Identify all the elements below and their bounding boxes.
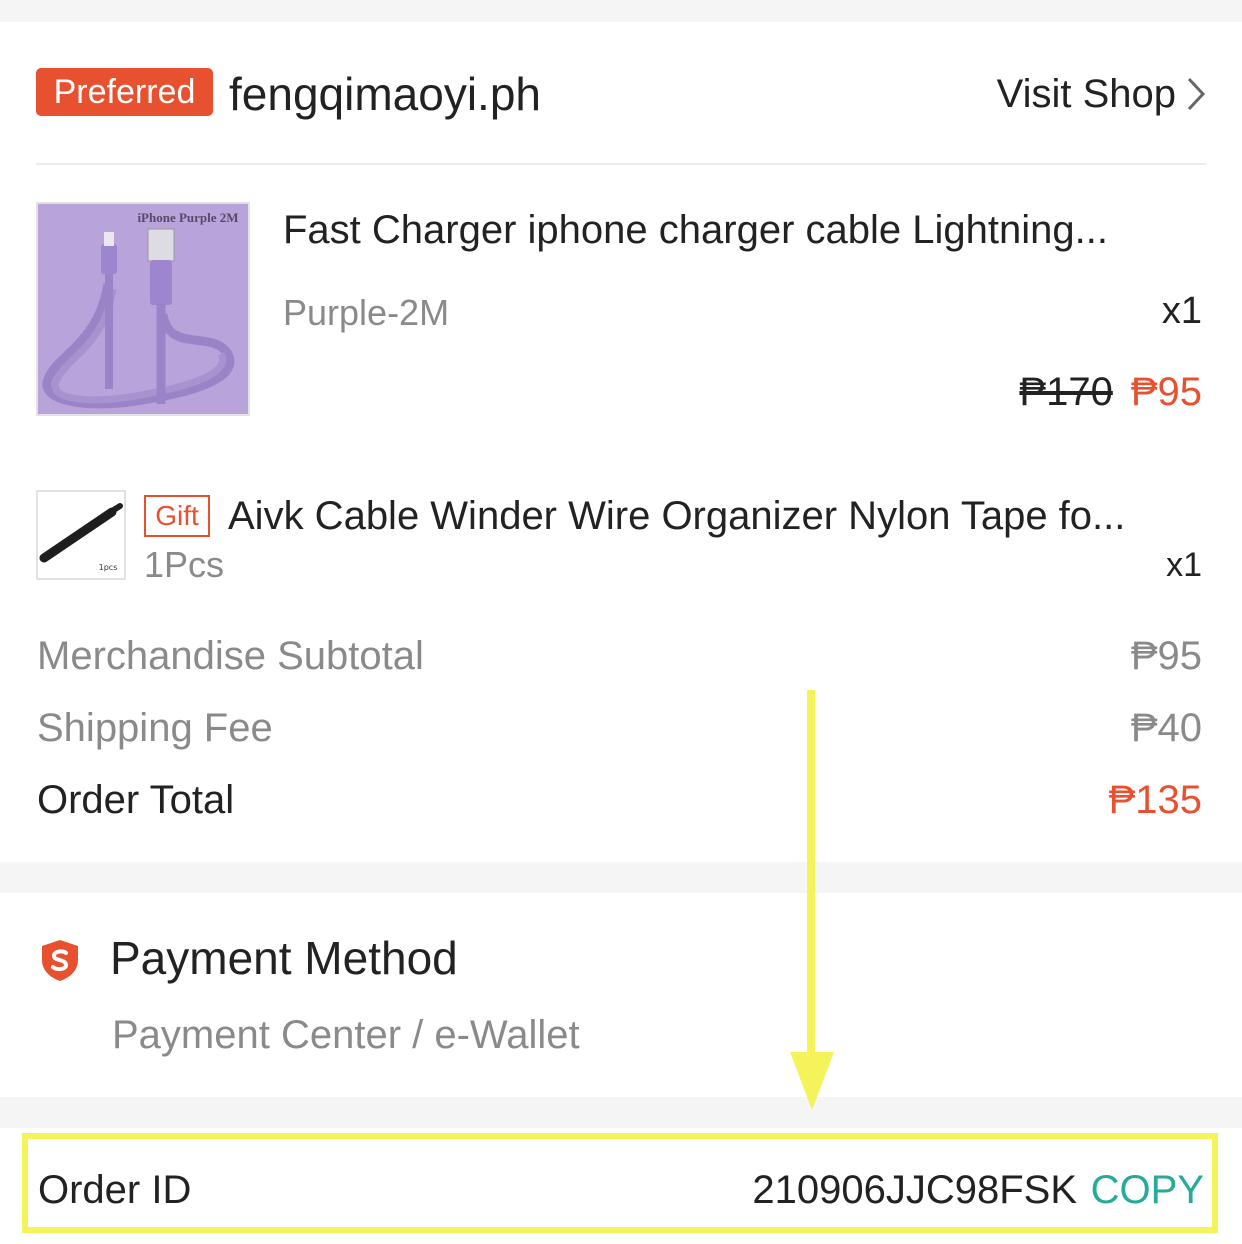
- subtotal-label: Merchandise Subtotal: [37, 634, 424, 678]
- gift-quantity: x1: [1166, 546, 1202, 584]
- cable-image: iPhone Purple 2M: [38, 204, 248, 414]
- product-variant: Purple-2M: [283, 292, 450, 333]
- shield-s-icon: [42, 940, 78, 981]
- visit-shop-button[interactable]: Visit Shop: [997, 69, 1206, 119]
- sale-price: ₱95: [1130, 370, 1202, 414]
- order-total-label: Order Total: [37, 778, 235, 822]
- order-id-value: 210906JJC98FSK: [752, 1168, 1077, 1212]
- product-title[interactable]: Fast Charger iphone charger cable Lightn…: [283, 206, 1183, 254]
- cable-winder-image: 1pcs: [38, 492, 124, 578]
- payment-method-title: Payment Method: [110, 932, 458, 984]
- divider: [36, 163, 1206, 165]
- payment-method-value: Payment Center / e-Wallet: [112, 1013, 580, 1057]
- copy-button[interactable]: COPY: [1091, 1168, 1204, 1213]
- product-image-caption: iPhone Purple 2M: [137, 210, 238, 225]
- order-id-card: Order ID 210906JJC98FSK COPY: [0, 1128, 1242, 1244]
- shop-name[interactable]: fengqimaoyi.ph: [229, 66, 541, 122]
- gift-image-caption: 1pcs: [99, 563, 118, 572]
- subtotal-value: ₱95: [1130, 634, 1202, 678]
- order-id-label: Order ID: [38, 1168, 192, 1212]
- shop-order-card: Preferred fengqimaoyi.ph Visit Shop iPho…: [0, 22, 1242, 862]
- gift-tag: Gift: [144, 495, 210, 537]
- shipping-label: Shipping Fee: [37, 706, 273, 750]
- product-prices: ₱170 ₱95: [1019, 370, 1202, 415]
- gift-thumbnail[interactable]: 1pcs: [36, 490, 126, 580]
- order-total-value: ₱135: [1108, 778, 1202, 822]
- preferred-badge: Preferred: [36, 68, 213, 116]
- chevron-right-icon: [1187, 77, 1206, 111]
- shipping-value: ₱40: [1130, 706, 1202, 750]
- payment-card[interactable]: Payment Method Payment Center / e-Wallet: [0, 893, 1242, 1097]
- product-thumbnail[interactable]: iPhone Purple 2M: [36, 202, 250, 416]
- gift-variant: 1Pcs: [144, 544, 225, 585]
- product-quantity: x1: [1161, 290, 1202, 332]
- original-price: ₱170: [1019, 370, 1113, 414]
- gift-title[interactable]: Aivk Cable Winder Wire Organizer Nylon T…: [228, 492, 1193, 540]
- visit-shop-label: Visit Shop: [996, 71, 1176, 116]
